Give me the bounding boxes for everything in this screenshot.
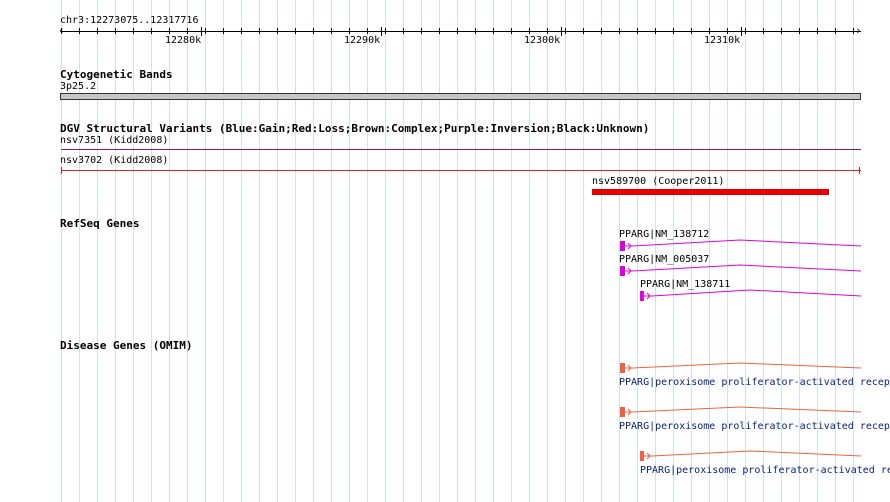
omim-feature-label: PPARG|peroxisome proliferator-activated … bbox=[619, 377, 890, 388]
genome-browser-view[interactable]: chr3:12273075..12317716 ‹ › 12280k 12290… bbox=[0, 0, 890, 502]
omim-feature-2[interactable] bbox=[620, 406, 862, 417]
omim-feature-label: PPARG|peroxisome proliferator-activated … bbox=[640, 465, 890, 476]
omim-feature-label: PPARG|peroxisome proliferator-activated … bbox=[619, 421, 890, 432]
omim-feature-1[interactable] bbox=[620, 362, 862, 373]
omim-feature-3[interactable] bbox=[640, 450, 862, 461]
